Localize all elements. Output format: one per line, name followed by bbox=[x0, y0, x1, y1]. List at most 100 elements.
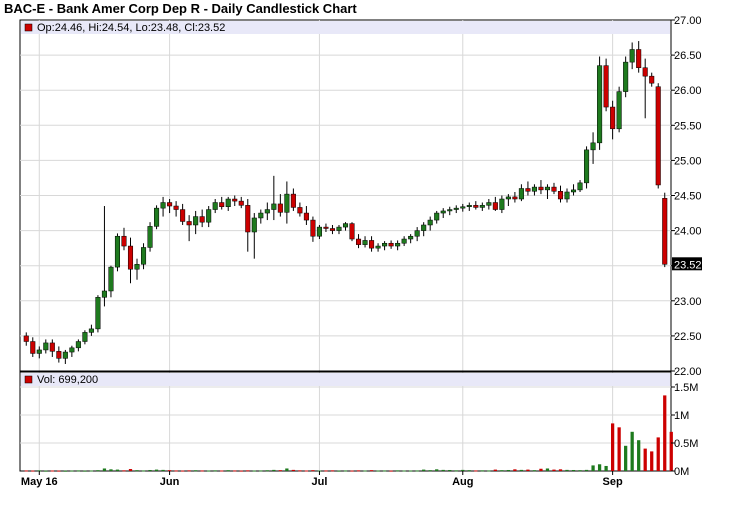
volume-bar bbox=[448, 469, 452, 471]
volume-bar bbox=[265, 470, 269, 472]
candle-body bbox=[538, 186, 544, 191]
volume-bar bbox=[83, 470, 87, 472]
candle-body bbox=[310, 219, 316, 237]
candle-body bbox=[258, 212, 264, 219]
volume-bar bbox=[239, 470, 243, 472]
volume-bar bbox=[409, 470, 413, 472]
candle-body bbox=[544, 186, 550, 191]
x-tick-label: Aug bbox=[452, 476, 473, 488]
candle-body bbox=[408, 235, 414, 240]
candle-body bbox=[108, 266, 114, 292]
candle-body bbox=[486, 202, 492, 206]
volume-bar bbox=[122, 470, 126, 472]
candle-body bbox=[23, 335, 29, 342]
candle-body bbox=[297, 207, 303, 214]
volume-bar bbox=[513, 469, 517, 471]
volume-bar bbox=[102, 468, 107, 471]
volume-bar bbox=[597, 464, 602, 471]
candle-body bbox=[336, 226, 342, 231]
candle-body bbox=[395, 242, 401, 247]
volume-bar bbox=[610, 423, 615, 471]
x-tick-label: Jul bbox=[311, 476, 327, 488]
volume-bar bbox=[467, 470, 471, 472]
volume-bar bbox=[532, 470, 537, 472]
volume-bar bbox=[174, 470, 178, 472]
volume-bar bbox=[343, 470, 348, 472]
volume-bar bbox=[141, 470, 146, 472]
volume-bar bbox=[187, 470, 191, 472]
price-tick-label: 26.50 bbox=[674, 50, 702, 62]
volume-bar bbox=[298, 470, 302, 472]
candle-body bbox=[603, 65, 609, 108]
candle-body bbox=[447, 209, 453, 212]
candle-body bbox=[245, 205, 251, 233]
candle-body bbox=[557, 191, 564, 200]
volume-bar bbox=[194, 470, 198, 472]
volume-bar bbox=[526, 469, 530, 471]
candle-body bbox=[95, 297, 101, 330]
candle-body bbox=[167, 202, 173, 207]
volume-bar bbox=[259, 470, 263, 472]
candle-body bbox=[421, 224, 427, 231]
price-legend-swatch bbox=[24, 23, 33, 32]
volume-bar bbox=[591, 465, 595, 471]
candlestick-chart: Op:24.46, Hi:24.54, Lo:23.48, Cl:23.52 2… bbox=[19, 15, 702, 488]
candle-body bbox=[323, 226, 329, 229]
candle-body bbox=[62, 351, 68, 359]
x-tick-label: Jun bbox=[160, 476, 180, 488]
volume-bar bbox=[552, 469, 556, 471]
volume-bar bbox=[44, 470, 48, 472]
volume-bar bbox=[233, 470, 237, 472]
volume-bar bbox=[584, 469, 589, 471]
volume-bar bbox=[63, 470, 67, 472]
candle-body bbox=[440, 210, 446, 214]
candle-body bbox=[427, 219, 433, 226]
volume-bar bbox=[656, 437, 660, 471]
volume-tick-label: 1M bbox=[674, 410, 689, 422]
candle-body bbox=[212, 202, 218, 210]
candle-body bbox=[75, 341, 81, 349]
candle-body bbox=[160, 202, 166, 209]
candle-body bbox=[434, 212, 440, 221]
candle-body bbox=[584, 149, 590, 184]
price-tick-label: 23.00 bbox=[674, 296, 702, 308]
candle-body bbox=[69, 347, 75, 353]
price-tick-label: 25.50 bbox=[674, 120, 702, 132]
candle-body bbox=[30, 341, 36, 354]
volume-bar bbox=[395, 470, 400, 472]
volume-bar bbox=[76, 470, 81, 472]
candle-body bbox=[316, 226, 322, 237]
candle-body bbox=[173, 205, 179, 210]
price-tick-label: 26.00 bbox=[674, 85, 702, 97]
candle-body bbox=[193, 216, 199, 226]
candle-body bbox=[101, 290, 107, 298]
candle-body bbox=[649, 75, 655, 84]
volume-legend: Vol: 699,200 bbox=[37, 374, 98, 386]
volume-bar bbox=[128, 469, 133, 471]
volume-axis: 0M 0.5M 1M 1.5M bbox=[671, 382, 698, 478]
volume-bar bbox=[663, 395, 667, 471]
candle-body bbox=[460, 206, 466, 209]
volume-bar bbox=[402, 470, 406, 472]
candle-body bbox=[342, 223, 349, 228]
volume-bar bbox=[285, 468, 289, 471]
candle-body bbox=[356, 238, 362, 245]
volume-bar bbox=[637, 440, 641, 471]
candle-body bbox=[382, 242, 388, 247]
candle-body bbox=[186, 221, 192, 226]
candle-body bbox=[531, 186, 537, 192]
volume-bar bbox=[200, 470, 204, 472]
volume-bar bbox=[220, 470, 224, 472]
volume-bar bbox=[571, 469, 576, 471]
candle-body bbox=[512, 196, 518, 200]
volume-bar bbox=[650, 451, 654, 471]
price-legend: Op:24.46, Hi:24.54, Lo:23.48, Cl:23.52 bbox=[37, 22, 225, 34]
candle-body bbox=[238, 200, 244, 206]
volume-tick-label: 0M bbox=[674, 466, 689, 478]
candle-body bbox=[141, 247, 147, 265]
last-price-label: 23.52 bbox=[674, 259, 702, 271]
volume-bar bbox=[630, 431, 634, 471]
candle-body bbox=[375, 245, 381, 249]
candle-body bbox=[414, 230, 420, 237]
volume-bar bbox=[545, 468, 550, 471]
